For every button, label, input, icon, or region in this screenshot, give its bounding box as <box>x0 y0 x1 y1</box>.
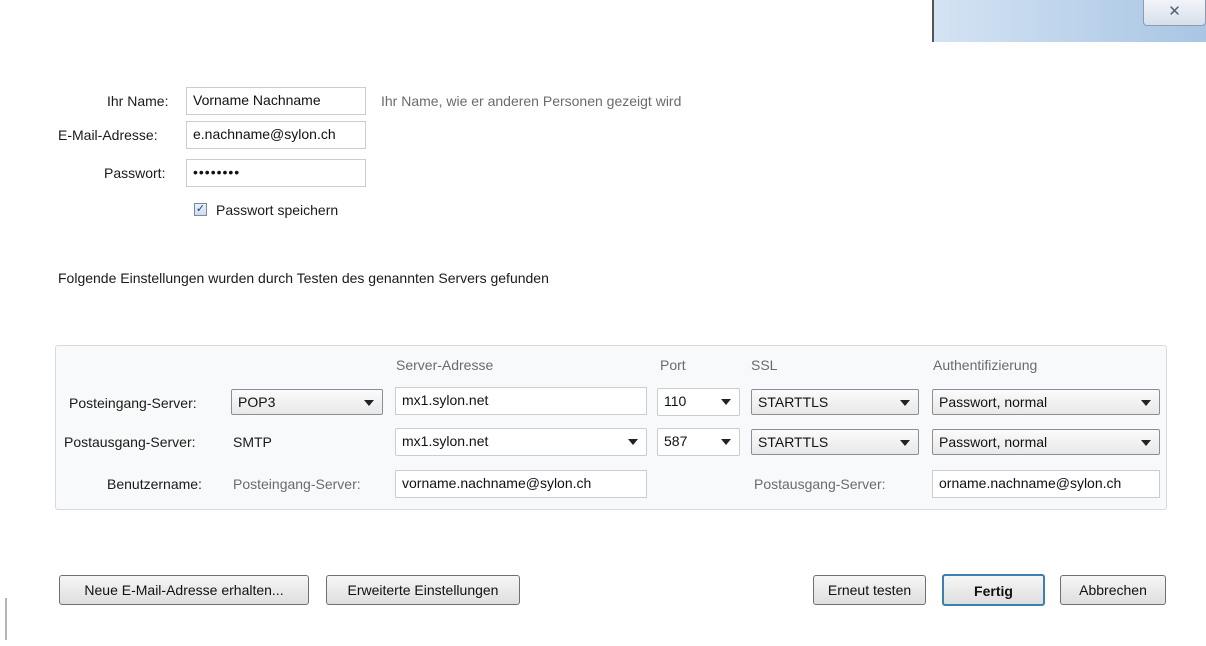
chevron-down-icon <box>1141 400 1151 406</box>
outgoing-ssl-select[interactable]: STARTTLS <box>751 429 919 455</box>
email-label: E-Mail-Adresse: <box>58 127 158 143</box>
remember-password-checkbox[interactable]: ✓ <box>194 203 207 216</box>
username-label: Benutzername: <box>107 476 202 492</box>
chevron-down-icon <box>364 400 374 406</box>
outgoing-server-label: Postausgang-Server: <box>64 434 196 450</box>
header-ssl: SSL <box>751 357 778 373</box>
incoming-port-value: 110 <box>664 393 687 409</box>
chevron-down-icon <box>900 400 910 406</box>
header-server-address: Server-Adresse <box>396 357 494 373</box>
incoming-username-input[interactable]: vorname.nachname@sylon.ch <box>395 470 647 498</box>
chevron-down-icon <box>900 440 910 446</box>
left-edge-line <box>5 598 7 640</box>
remember-password-label[interactable]: Passwort speichern <box>216 202 338 218</box>
incoming-protocol-value: POP3 <box>238 394 276 410</box>
chevron-down-icon <box>721 399 731 405</box>
name-hint: Ihr Name, wie er anderen Personen gezeig… <box>381 93 682 109</box>
incoming-server-label: Posteingang-Server: <box>69 395 197 411</box>
found-settings-message: Folgende Einstellungen wurden durch Test… <box>58 270 549 286</box>
header-port: Port <box>660 357 686 373</box>
name-label: Ihr Name: <box>107 93 169 109</box>
close-button[interactable]: ✕ <box>1143 0 1206 26</box>
password-input[interactable]: •••••••• <box>186 159 366 187</box>
name-input[interactable]: Vorname Nachname <box>186 87 366 115</box>
outgoing-auth-value: Passwort, normal <box>939 434 1048 450</box>
username-outgoing-label: Postausgang-Server: <box>754 476 886 492</box>
header-authentication: Authentifizierung <box>933 357 1038 373</box>
outgoing-username-input[interactable]: orname.nachname@sylon.ch <box>932 470 1160 498</box>
checkmark-icon: ✓ <box>195 203 206 215</box>
close-icon: ✕ <box>1168 3 1181 20</box>
outgoing-port-value: 587 <box>664 433 688 449</box>
incoming-ssl-value: STARTTLS <box>758 394 829 410</box>
incoming-auth-select[interactable]: Passwort, normal <box>932 389 1160 415</box>
done-button[interactable]: Fertig <box>942 574 1045 606</box>
outgoing-address-select[interactable]: mx1.sylon.net <box>395 428 647 456</box>
outgoing-ssl-value: STARTTLS <box>758 434 829 450</box>
outgoing-auth-select[interactable]: Passwort, normal <box>932 429 1160 455</box>
chevron-down-icon <box>721 439 731 445</box>
incoming-protocol-select[interactable]: POP3 <box>231 389 383 415</box>
outgoing-protocol-value: SMTP <box>233 434 272 450</box>
incoming-port-select[interactable]: 110 <box>657 388 740 416</box>
incoming-address-input[interactable]: mx1.sylon.net <box>395 387 647 415</box>
incoming-auth-value: Passwort, normal <box>939 394 1048 410</box>
username-incoming-label: Posteingang-Server: <box>233 476 361 492</box>
chevron-down-icon <box>1141 440 1151 446</box>
email-input[interactable]: e.nachname@sylon.ch <box>186 121 366 149</box>
cancel-button[interactable]: Abbrechen <box>1060 575 1166 605</box>
advanced-settings-button[interactable]: Erweiterte Einstellungen <box>326 575 520 605</box>
chevron-down-icon <box>628 439 638 445</box>
outgoing-port-select[interactable]: 587 <box>657 428 740 456</box>
new-address-button[interactable]: Neue E-Mail-Adresse erhalten... <box>59 575 309 605</box>
incoming-ssl-select[interactable]: STARTTLS <box>751 389 919 415</box>
retest-button[interactable]: Erneut testen <box>813 575 926 605</box>
outgoing-address-value: mx1.sylon.net <box>402 433 489 449</box>
password-label: Passwort: <box>104 165 166 181</box>
